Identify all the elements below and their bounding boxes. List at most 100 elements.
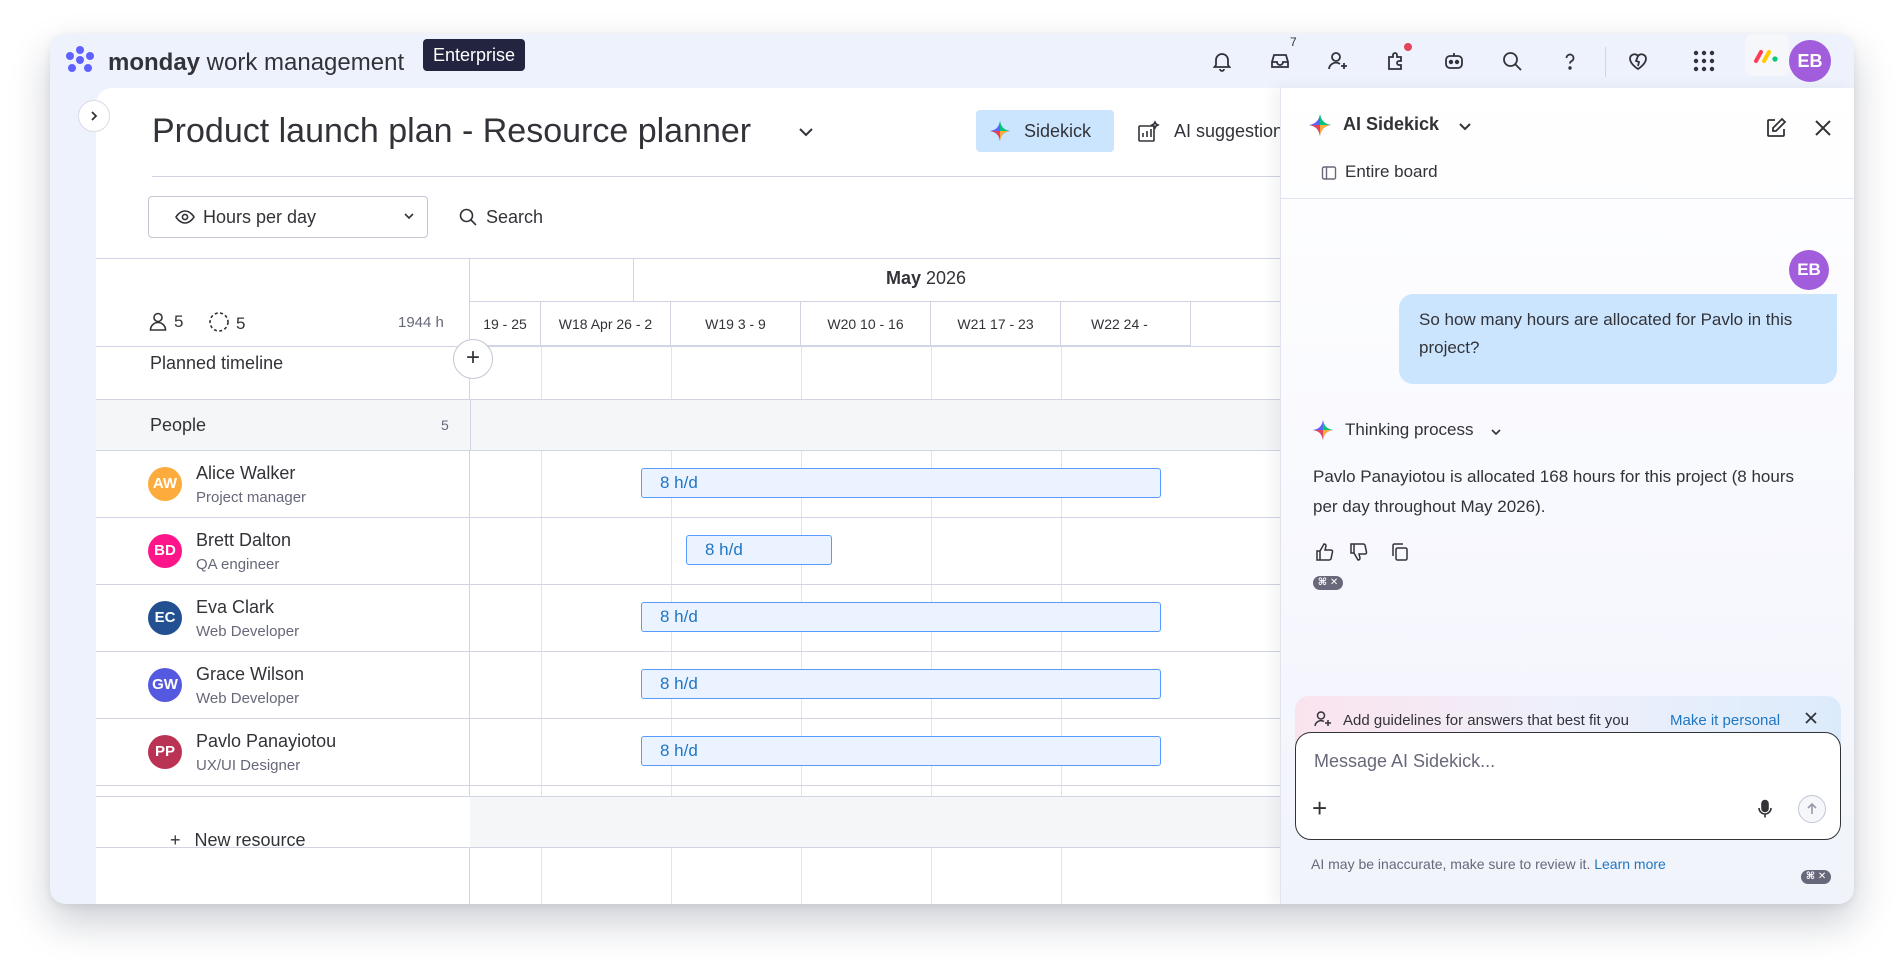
person-name: Alice Walker bbox=[196, 463, 296, 483]
ai-suggestions-icon bbox=[1138, 120, 1160, 142]
make-it-personal-link[interactable]: Make it personal bbox=[1670, 712, 1780, 729]
plus-icon: + bbox=[170, 830, 181, 850]
monday-product-logo[interactable] bbox=[1745, 34, 1789, 76]
avatar: GW bbox=[148, 668, 182, 702]
expand-sidebar-button[interactable] bbox=[78, 100, 110, 132]
week-header: W21 17 - 23 bbox=[931, 302, 1061, 346]
search-everything-button[interactable] bbox=[1492, 41, 1532, 81]
robot-icon bbox=[1445, 53, 1463, 69]
product-switcher-button[interactable] bbox=[1684, 41, 1724, 81]
total-hours: 1944 h bbox=[398, 314, 444, 331]
plan-badge: Enterprise bbox=[423, 39, 526, 71]
inbox-icon bbox=[1271, 54, 1289, 68]
brand-name: monday work management bbox=[108, 49, 405, 76]
thumbs-up-icon[interactable] bbox=[1315, 542, 1335, 562]
notifications-button[interactable] bbox=[1202, 41, 1242, 81]
send-button[interactable] bbox=[1798, 795, 1826, 823]
puzzle-icon bbox=[1388, 52, 1402, 70]
help-button[interactable] bbox=[1550, 41, 1590, 81]
learn-more-link[interactable]: Learn more bbox=[1594, 856, 1666, 872]
thumbs-down-icon[interactable] bbox=[1349, 542, 1369, 562]
resource-row[interactable]: BD Brett Dalton QA engineer bbox=[96, 518, 470, 585]
see-plans-button[interactable] bbox=[1618, 41, 1658, 81]
view-select-dropdown[interactable]: Hours per day bbox=[148, 196, 428, 238]
avatar: PP bbox=[148, 735, 182, 769]
person-role: Web Developer bbox=[196, 623, 300, 640]
chevron-down-icon bbox=[1459, 123, 1471, 131]
keyboard-shortcut-icon: ⌘ ✕ bbox=[1313, 576, 1343, 590]
search-button[interactable]: Search bbox=[458, 202, 543, 232]
placeholder-count: 5 bbox=[208, 311, 245, 334]
person-role: Web Developer bbox=[196, 690, 300, 707]
column-divider bbox=[470, 400, 471, 450]
ai-disclaimer: AI may be inaccurate, make sure to revie… bbox=[1311, 856, 1666, 872]
resource-row[interactable]: AW Alice Walker Project manager bbox=[96, 451, 470, 518]
view-select-value: Hours per day bbox=[203, 207, 317, 227]
scope-selector[interactable]: Entire board bbox=[1321, 162, 1438, 182]
group-count: 5 bbox=[441, 417, 449, 433]
copy-icon[interactable] bbox=[1390, 542, 1410, 562]
sidekick-button-label: Sidekick bbox=[1024, 121, 1092, 141]
allocation-bar[interactable]: 8 h/d bbox=[641, 736, 1161, 766]
allocation-bar[interactable]: 8 h/d bbox=[641, 602, 1161, 632]
chevron-down-icon bbox=[404, 213, 414, 220]
resource-row[interactable]: GW Grace Wilson Web Developer bbox=[96, 652, 470, 719]
sidekick-title[interactable]: AI Sidekick bbox=[1309, 114, 1472, 136]
sparkle-icon bbox=[990, 121, 1010, 141]
new-resource-button[interactable]: + New resource bbox=[170, 830, 306, 851]
dashed-circle-icon bbox=[209, 312, 229, 332]
grid-menu-icon bbox=[1693, 50, 1715, 72]
bell-icon bbox=[1212, 53, 1232, 72]
person-role: QA engineer bbox=[196, 556, 280, 573]
arrow-up-icon bbox=[1807, 802, 1817, 814]
new-chat-icon[interactable] bbox=[1764, 116, 1788, 140]
planned-timeline-label: Planned timeline bbox=[150, 353, 284, 373]
week-header: W19 3 - 9 bbox=[671, 302, 801, 346]
monday-brand-mark-icon bbox=[1754, 50, 1778, 63]
microphone-icon[interactable] bbox=[1756, 799, 1774, 819]
group-label: People bbox=[150, 415, 207, 435]
week-header: W18 Apr 26 - 2 bbox=[541, 302, 671, 346]
message-input[interactable] bbox=[1314, 751, 1794, 772]
ai-assistant-button[interactable] bbox=[1434, 41, 1474, 81]
ai-suggestions-button[interactable]: AI suggestion bbox=[1136, 110, 1283, 152]
ai-sidekick-panel: AI Sidekick Entire board EB So how many … bbox=[1280, 88, 1854, 904]
top-bar: monday work management Enterprise 7 EB bbox=[50, 34, 1854, 88]
ai-answer: Pavlo Panayiotou is allocated 168 hours … bbox=[1313, 467, 1794, 516]
close-icon[interactable] bbox=[1813, 118, 1833, 138]
ai-suggestions-label: AI suggestion bbox=[1174, 121, 1284, 141]
invite-members-button[interactable] bbox=[1318, 41, 1358, 81]
chevron-right-icon bbox=[91, 111, 98, 121]
chat-user-avatar: EB bbox=[1789, 250, 1829, 290]
heart-icon bbox=[1629, 53, 1647, 71]
add-timeline-button[interactable]: + bbox=[453, 339, 493, 379]
allocation-bar[interactable]: 8 h/d bbox=[641, 669, 1161, 699]
apps-marketplace-button[interactable] bbox=[1376, 41, 1416, 81]
chevron-down-icon bbox=[1491, 429, 1501, 436]
sidekick-button[interactable]: Sidekick bbox=[976, 110, 1114, 152]
inbox-button[interactable]: 7 bbox=[1260, 35, 1300, 81]
monday-logo-icon bbox=[66, 46, 94, 72]
chevron-down-icon[interactable] bbox=[798, 126, 814, 138]
resource-row[interactable]: EC Eva Clark Web Developer bbox=[96, 585, 470, 652]
person-role: UX/UI Designer bbox=[196, 757, 301, 774]
board-title[interactable]: Product launch plan - Resource planner bbox=[152, 112, 751, 151]
week-header: W22 24 - bbox=[1061, 302, 1191, 346]
inbox-count: 7 bbox=[1290, 35, 1297, 49]
search-label: Search bbox=[486, 207, 544, 227]
user-avatar[interactable]: EB bbox=[1789, 40, 1831, 82]
resource-row[interactable]: PP Pavlo Panayiotou UX/UI Designer bbox=[96, 719, 470, 786]
sparkle-icon bbox=[1309, 114, 1331, 136]
update-dot bbox=[1404, 43, 1412, 51]
month-divider bbox=[633, 258, 634, 302]
avatar: EC bbox=[148, 601, 182, 635]
allocation-bar[interactable]: 8 h/d bbox=[641, 468, 1161, 498]
board-icon bbox=[1321, 166, 1337, 180]
allocation-bar[interactable]: 8 h/d bbox=[686, 535, 832, 565]
search-icon bbox=[1503, 52, 1522, 71]
toolbar-divider bbox=[1605, 47, 1606, 77]
month-label: May 2026 bbox=[886, 268, 967, 288]
close-icon[interactable] bbox=[1803, 710, 1819, 726]
attach-plus-icon[interactable]: + bbox=[1312, 795, 1327, 821]
thinking-process-toggle[interactable]: Thinking process bbox=[1313, 420, 1502, 440]
